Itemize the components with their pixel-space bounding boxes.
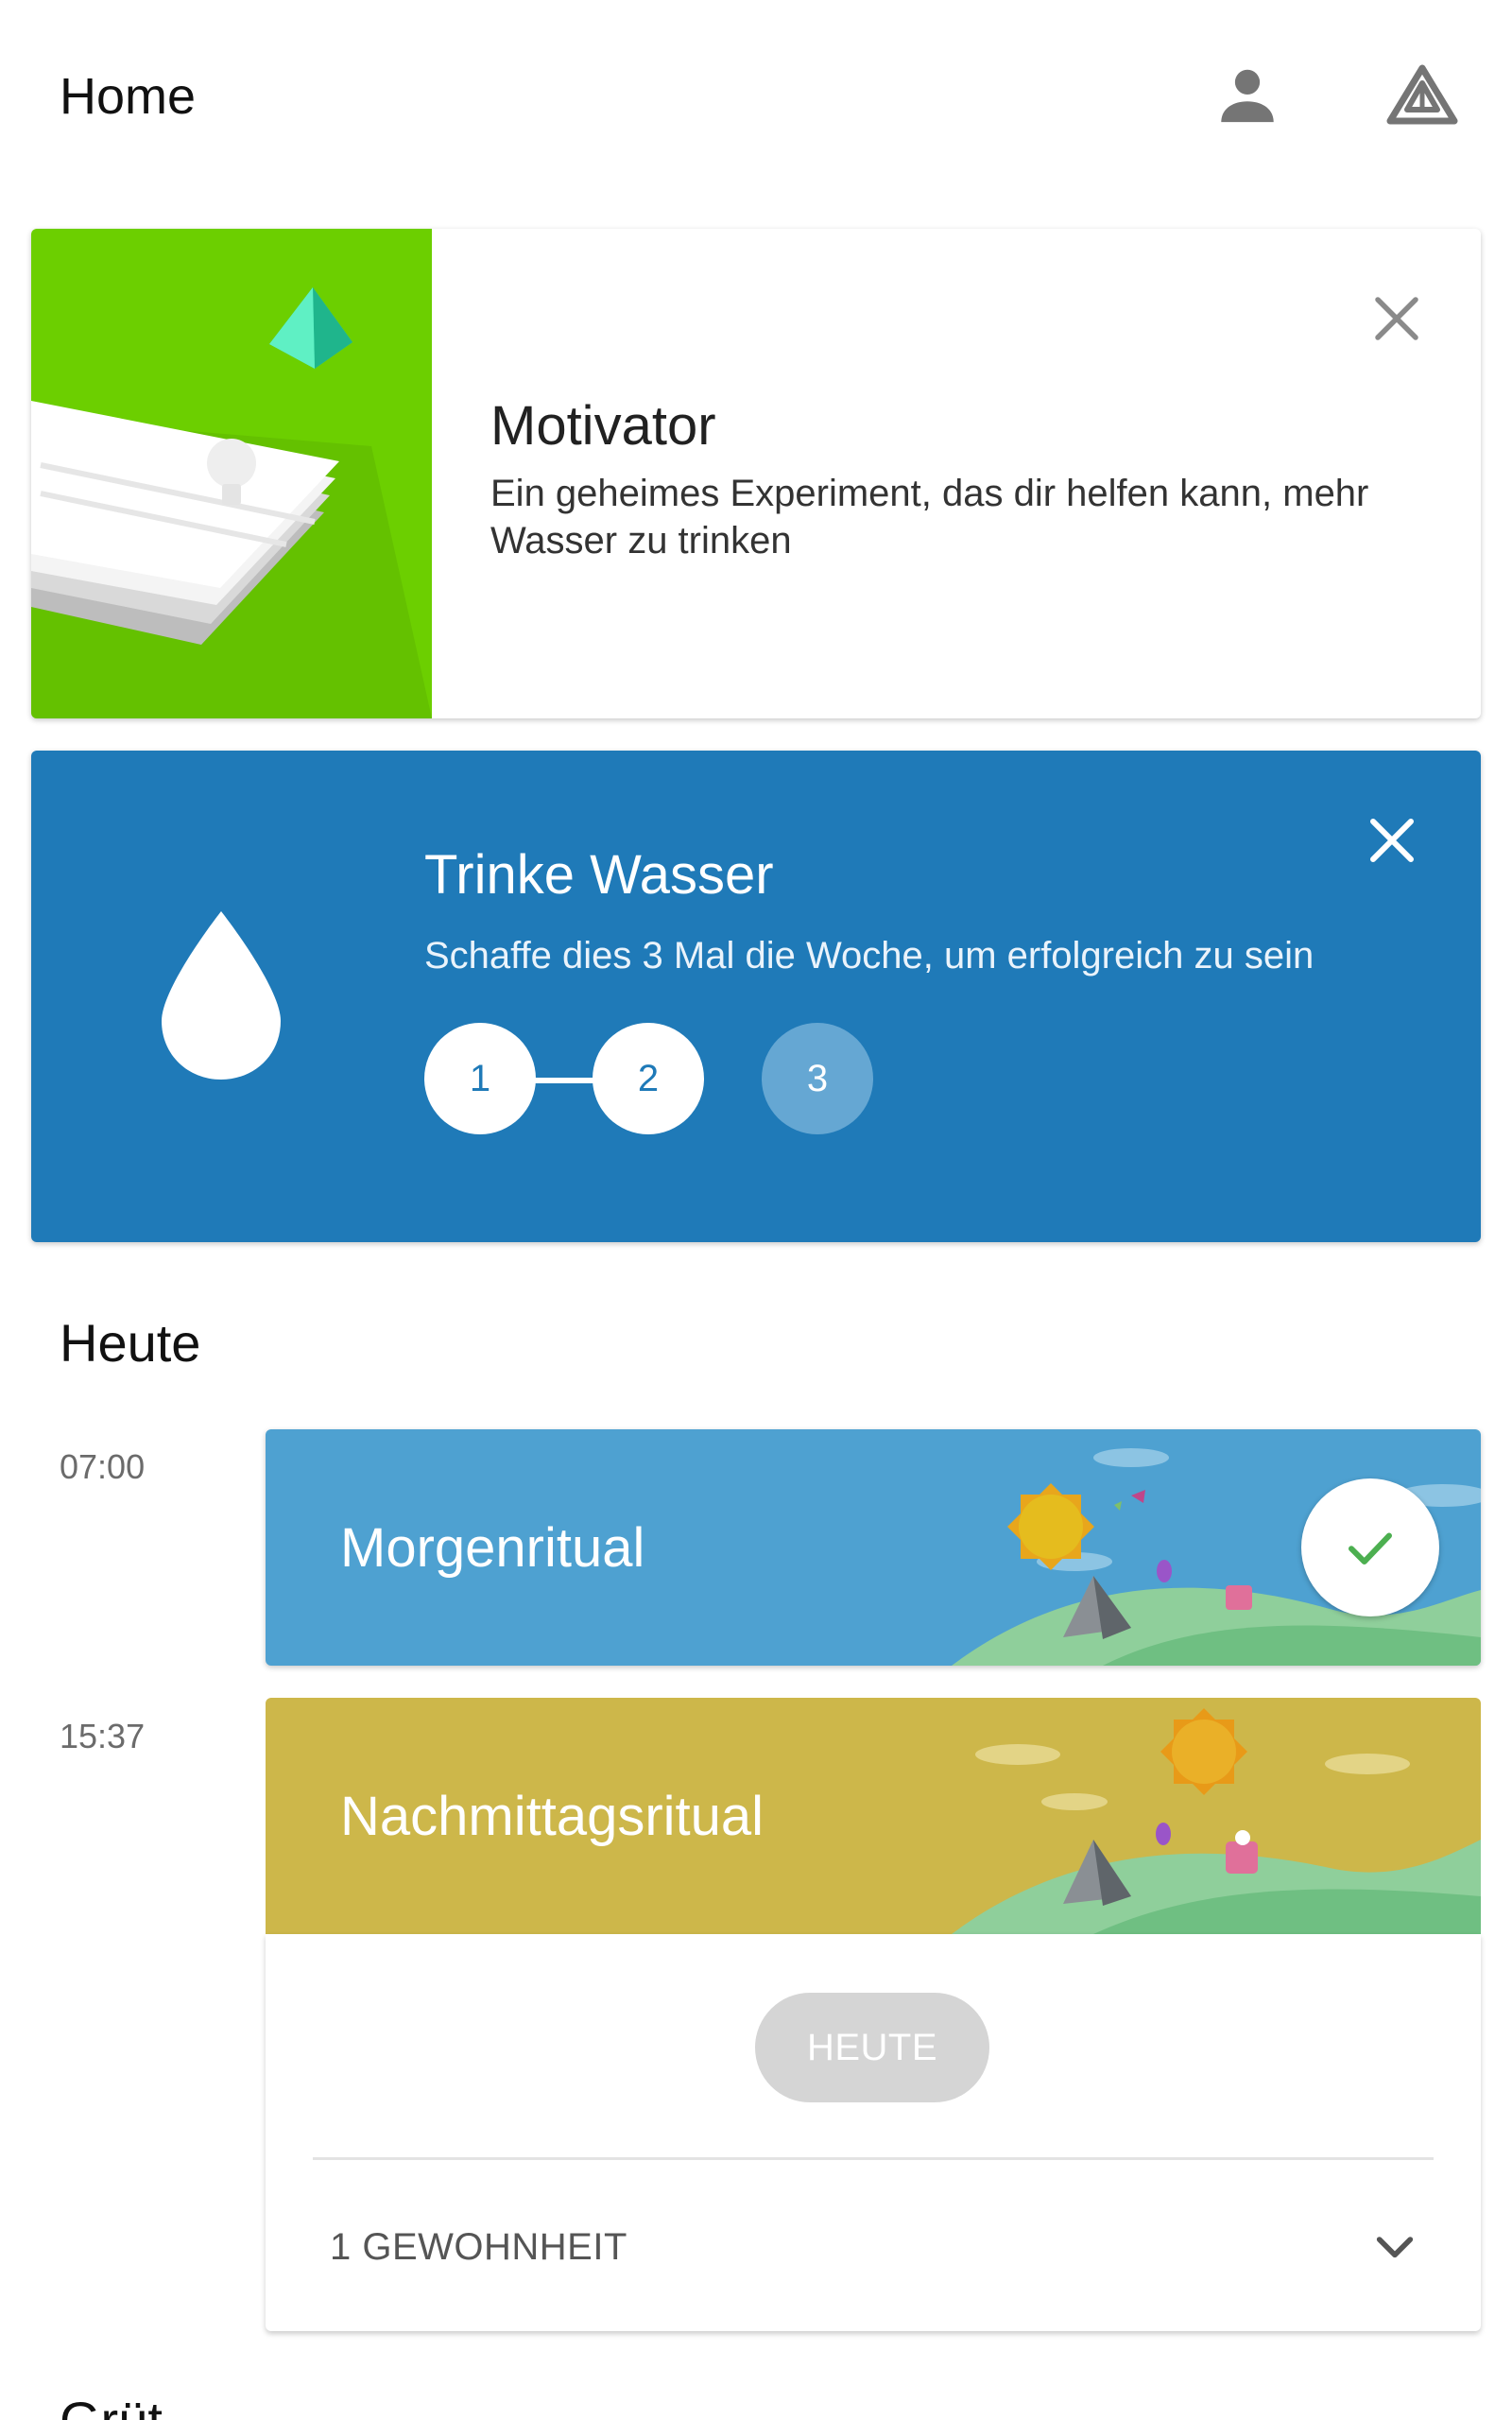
ritual-time: 15:37 [60,1717,146,1755]
ritual-title: Nachmittagsritual [340,1786,765,1847]
section-title-next: Grüt [60,2390,163,2420]
section-title-today: Heute [60,1313,201,1373]
ritual-card-afternoon[interactable]: Nachmittagsritual [266,1698,1481,1934]
ritual-details-panel: HEUTE 1 GEWOHNHEIT [266,1934,1481,2331]
today-button[interactable]: HEUTE [755,1993,989,2102]
step-3: 3 [762,1023,873,1134]
close-icon [1370,819,1414,862]
ritual-time: 07:00 [60,1447,146,1486]
fabulous-menu-button[interactable] [1375,47,1469,142]
divider [313,2157,1434,2160]
dismiss-goal-button[interactable] [1349,798,1435,883]
step-connector [528,1078,594,1083]
ritual-landscape-illustration [952,1708,1481,1934]
step-1: 1 [424,1023,536,1134]
motivator-illustration [31,229,432,718]
goal-card[interactable]: Trinke Wasser Schaffe dies 3 Mal die Woc… [31,751,1481,1242]
goal-progress-steps: 1 2 3 [424,1023,897,1136]
expand-habits-button[interactable] [1357,2208,1433,2284]
ritual-card-morning[interactable]: Morgenritual [266,1429,1481,1666]
step-2: 2 [593,1023,704,1134]
person-icon [1221,69,1274,123]
profile-button[interactable] [1200,47,1295,142]
fabulous-triangle-icon [1386,64,1458,125]
habit-count: 1 GEWOHNHEIT [330,2226,627,2268]
page-title: Home [60,68,197,125]
goal-description: Schaffe dies 3 Mal die Woche, um erfolgr… [424,935,1314,977]
motivator-card[interactable]: Motivator Ein geheimes Experiment, das d… [31,229,1481,718]
dismiss-motivator-button[interactable] [1354,276,1439,361]
water-drop-icon [162,911,281,1084]
goal-title: Trinke Wasser [424,844,774,906]
motivator-description: Ein geheimes Experiment, das dir helfen … [490,473,1369,562]
app-bar: Home [0,0,1512,189]
close-icon [1375,297,1418,340]
chevron-down-icon [1376,2237,1414,2258]
motivator-title: Motivator [490,395,716,457]
ritual-complete-button[interactable] [1301,1478,1439,1616]
ritual-title: Morgenritual [340,1517,645,1579]
checkmark-icon [1349,1532,1392,1564]
